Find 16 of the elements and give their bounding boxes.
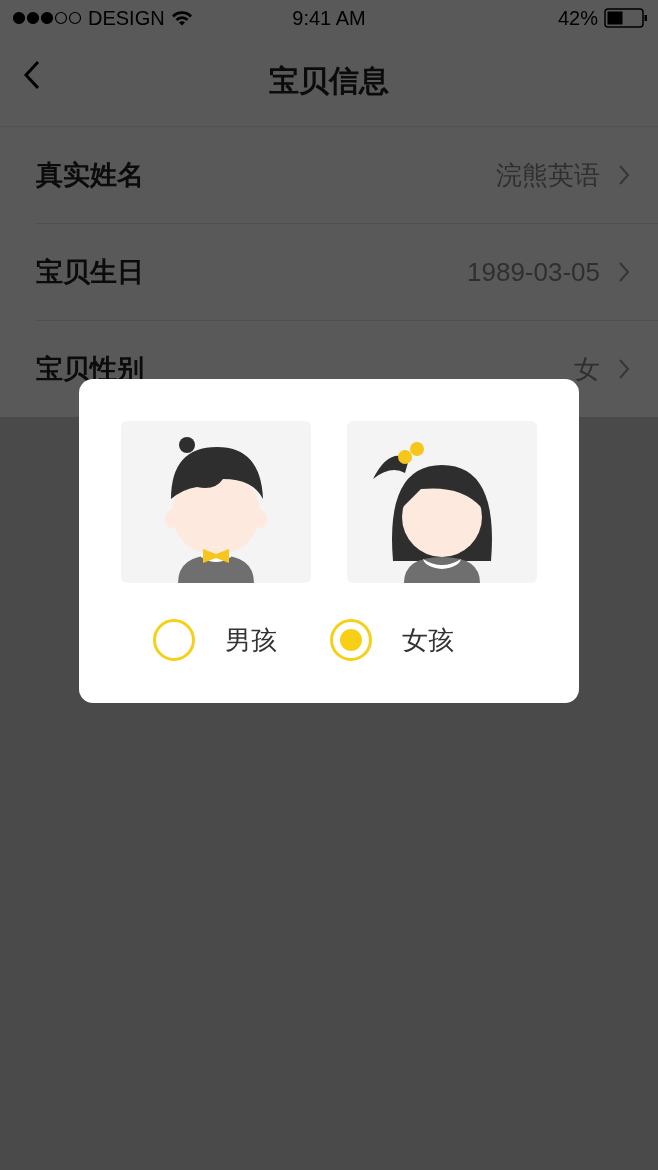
chevron-right-icon [618, 164, 630, 186]
page-title: 宝贝信息 [269, 62, 389, 99]
option-label[interactable]: 女孩 [402, 622, 454, 658]
carrier-name: DESIGN [88, 6, 165, 30]
chevron-right-icon [618, 358, 630, 380]
row-label: 真实姓名 [36, 159, 145, 192]
radio-button[interactable] [153, 619, 195, 661]
option-label[interactable]: 男孩 [225, 622, 277, 658]
row-label: 宝贝生日 [36, 256, 145, 289]
wifi-icon [170, 10, 193, 26]
chevron-right-icon [618, 261, 630, 283]
status-time: 9:41 AM [292, 6, 366, 30]
battery-icon [604, 8, 648, 28]
battery-percent: 42% [557, 6, 598, 30]
radio-button[interactable] [330, 619, 372, 661]
signal-icon [12, 11, 82, 25]
